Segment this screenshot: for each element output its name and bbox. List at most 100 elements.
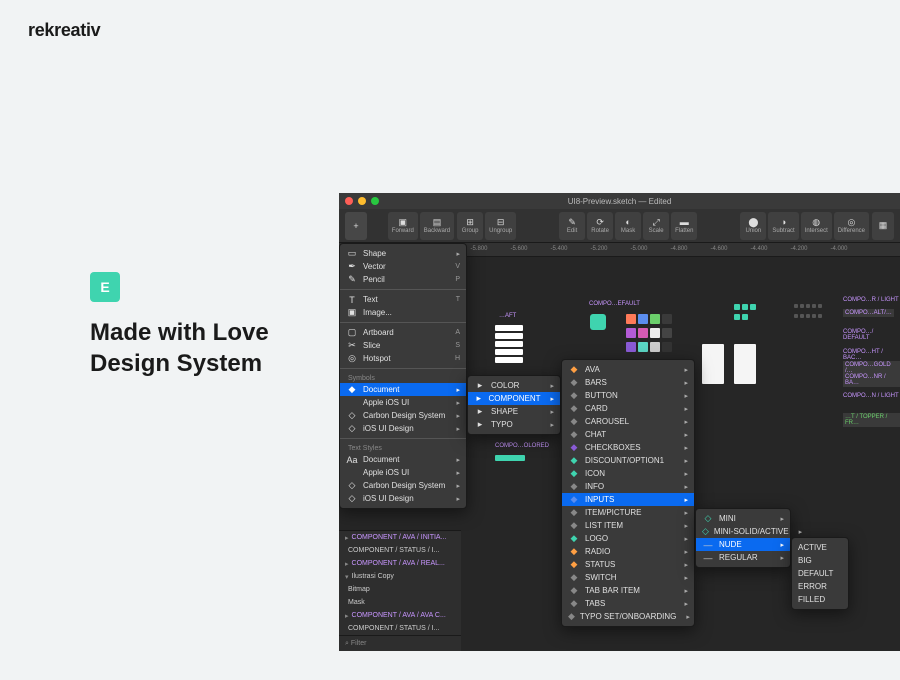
component-item[interactable]: ◆ICON▸ bbox=[562, 467, 694, 480]
document-icon: ◆ bbox=[346, 384, 358, 395]
insert-button[interactable]: + bbox=[345, 212, 367, 240]
forward-icon: ▣ bbox=[396, 217, 410, 227]
component-item[interactable]: ◆LIST ITEM▸ bbox=[562, 519, 694, 532]
component-item[interactable]: ◆LOGO▸ bbox=[562, 532, 694, 545]
disclosure-icon[interactable]: ▸ bbox=[345, 534, 349, 542]
canvas[interactable]: -6.400-6.200-6.000-5.800-5.600-5.400-5.2… bbox=[339, 243, 900, 651]
menu-item-apple-ios[interactable]: Apple iOS UI▸ bbox=[340, 396, 466, 409]
line-icon: — bbox=[702, 553, 714, 563]
menu-item-ts-apple[interactable]: Apple iOS UI▸ bbox=[340, 466, 466, 479]
folder-icon: ▸ bbox=[474, 380, 486, 391]
inputs-item[interactable]: ◇MINI▸ bbox=[696, 512, 790, 525]
layer-row[interactable]: Mask bbox=[339, 596, 461, 609]
component-item[interactable]: ◆CAROUSEL▸ bbox=[562, 415, 694, 428]
component-item[interactable]: ◆CARD▸ bbox=[562, 402, 694, 415]
artboard-label: …T / TOPPER / FR… bbox=[843, 413, 900, 427]
chevron-right-icon: ▸ bbox=[674, 483, 688, 491]
disclosure-icon[interactable]: ▸ bbox=[345, 560, 349, 568]
nude-item[interactable]: ACTIVE bbox=[792, 541, 848, 554]
layer-row[interactable]: ▾Ilustrasi Copy bbox=[339, 570, 461, 583]
difference-button[interactable]: ◎Difference bbox=[834, 212, 869, 240]
menu-item-carbon[interactable]: ◇Carbon Design System▸ bbox=[340, 409, 466, 422]
menu-item-ios-ui[interactable]: ◇iOS UI Design▸ bbox=[340, 422, 466, 435]
menu-item-ts-document[interactable]: AaDocument▸ bbox=[340, 453, 466, 466]
component-item[interactable]: ◆TYPO SET/ONBOARDING▸ bbox=[562, 610, 694, 623]
component-item[interactable]: ◆CHECKBOXES▸ bbox=[562, 441, 694, 454]
subtract-button[interactable]: ◑Subtract bbox=[768, 212, 798, 240]
menu-item-shape[interactable]: ▭Shape▸ bbox=[340, 247, 466, 260]
ungroup-icon: ⊟ bbox=[494, 217, 508, 227]
menu-item-artboard[interactable]: ▢ArtboardA bbox=[340, 326, 466, 339]
submenu-item-component[interactable]: ▸COMPONENT▸ bbox=[468, 392, 560, 405]
document-submenu[interactable]: ▸COLOR▸ ▸COMPONENT▸ ▸SHAPE▸ ▸TYPO▸ bbox=[467, 375, 561, 435]
component-item[interactable]: ◆CHAT▸ bbox=[562, 428, 694, 441]
component-item[interactable]: ◆DISCOUNT/OPTION1▸ bbox=[562, 454, 694, 467]
menu-item-text[interactable]: TTextT bbox=[340, 293, 466, 306]
menu-item-vector[interactable]: ✒VectorV bbox=[340, 260, 466, 273]
toolbar: + ▣Forward ▤Backward ⊞Group ⊟Ungroup ✎Ed… bbox=[339, 209, 900, 243]
menu-item-pencil[interactable]: ✎PencilP bbox=[340, 273, 466, 286]
menu-item-slice[interactable]: ✂SliceS bbox=[340, 339, 466, 352]
union-button[interactable]: ⬤Union bbox=[740, 212, 766, 240]
filter-icon: ⌕ bbox=[345, 640, 349, 648]
artboard-label: …AFT bbox=[499, 313, 516, 319]
component-item[interactable]: ◆INFO▸ bbox=[562, 480, 694, 493]
symbol-icon: ◆ bbox=[568, 598, 580, 609]
nude-item[interactable]: ERROR bbox=[792, 580, 848, 593]
library-icon: ◇ bbox=[346, 480, 358, 491]
scale-button[interactable]: ⤢Scale bbox=[643, 212, 669, 240]
component-item[interactable]: ◆STATUS▸ bbox=[562, 558, 694, 571]
menu-item-hotspot[interactable]: ◎HotspotH bbox=[340, 352, 466, 365]
nude-item[interactable]: FILLED bbox=[792, 593, 848, 606]
layer-row[interactable]: Bitmap bbox=[339, 583, 461, 596]
inputs-item[interactable]: ◇MINI-SOLID/ACTIVE▸ bbox=[696, 525, 790, 538]
group-button[interactable]: ⊞Group bbox=[457, 212, 483, 240]
submenu-item-color[interactable]: ▸COLOR▸ bbox=[468, 379, 560, 392]
flatten-button[interactable]: ▬Flatten bbox=[671, 212, 697, 240]
ungroup-button[interactable]: ⊟Ungroup bbox=[485, 212, 516, 240]
component-item[interactable]: ◆RADIO▸ bbox=[562, 545, 694, 558]
component-submenu[interactable]: ◆AVA▸◆BARS▸◆BUTTON▸◆CARD▸◆CAROUSEL▸◆CHAT… bbox=[561, 359, 695, 627]
submenu-item-typo[interactable]: ▸TYPO▸ bbox=[468, 418, 560, 431]
layer-row[interactable]: ▸COMPONENT / AVA / REAL... bbox=[339, 557, 461, 570]
component-item[interactable]: ◆BARS▸ bbox=[562, 376, 694, 389]
component-item[interactable]: ◆INPUTS▸ bbox=[562, 493, 694, 506]
nude-item[interactable]: DEFAULT bbox=[792, 567, 848, 580]
layer-filter[interactable]: ⌕ Filter bbox=[339, 635, 461, 651]
component-item[interactable]: ◆SWITCH▸ bbox=[562, 571, 694, 584]
inputs-submenu[interactable]: ◇MINI▸◇MINI-SOLID/ACTIVE▸—NUDE▸—REGULAR▸ bbox=[695, 508, 791, 568]
menu-item-ts-ios[interactable]: ◇iOS UI Design▸ bbox=[340, 492, 466, 505]
layer-row[interactable]: ▸COMPONENT / AVA / AVA C... bbox=[339, 609, 461, 622]
submenu-item-shape[interactable]: ▸SHAPE▸ bbox=[468, 405, 560, 418]
menu-item-image[interactable]: ▣Image... bbox=[340, 306, 466, 319]
component-item[interactable]: ◆TAB BAR ITEM▸ bbox=[562, 584, 694, 597]
layer-row[interactable]: COMPONENT / STATUS / I... bbox=[339, 544, 461, 557]
nude-submenu[interactable]: ACTIVEBIGDEFAULTERRORFILLED bbox=[791, 537, 849, 610]
rotate-button[interactable]: ⟳Rotate bbox=[587, 212, 613, 240]
menu-item-ts-carbon[interactable]: ◇Carbon Design System▸ bbox=[340, 479, 466, 492]
insert-menu[interactable]: ▭Shape▸ ✒VectorV ✎PencilP TTextT ▣Image.… bbox=[339, 243, 467, 509]
component-item[interactable]: ◆AVA▸ bbox=[562, 363, 694, 376]
menu-item-document[interactable]: ◆Document▸ bbox=[340, 383, 466, 396]
intersect-button[interactable]: ◍Intersect bbox=[801, 212, 832, 240]
image-icon: ▣ bbox=[346, 307, 358, 318]
inputs-item[interactable]: —REGULAR▸ bbox=[696, 551, 790, 564]
disclosure-icon[interactable]: ▾ bbox=[345, 573, 349, 581]
component-item[interactable]: ◆BUTTON▸ bbox=[562, 389, 694, 402]
component-item[interactable]: ◆TABS▸ bbox=[562, 597, 694, 610]
edit-button[interactable]: ✎Edit bbox=[559, 212, 585, 240]
titlebar[interactable]: UI8-Preview.sketch — Edited bbox=[339, 193, 900, 209]
forward-button[interactable]: ▣Forward bbox=[388, 212, 418, 240]
symbol-icon: ◆ bbox=[568, 585, 580, 596]
mask-button[interactable]: ◐Mask bbox=[615, 212, 641, 240]
inputs-item[interactable]: —NUDE▸ bbox=[696, 538, 790, 551]
layers-panel[interactable]: ▸COMPONENT / AVA / INITIA... COMPONENT /… bbox=[339, 530, 461, 651]
disclosure-icon[interactable]: ▸ bbox=[345, 612, 349, 620]
symbol-icon: ◆ bbox=[568, 481, 580, 492]
layer-row[interactable]: COMPONENT / STATUS / I... bbox=[339, 622, 461, 635]
layer-row[interactable]: ▸COMPONENT / AVA / INITIA... bbox=[339, 531, 461, 544]
view-button[interactable]: ▦ bbox=[872, 212, 894, 240]
nude-item[interactable]: BIG bbox=[792, 554, 848, 567]
backward-button[interactable]: ▤Backward bbox=[420, 212, 454, 240]
component-item[interactable]: ◆ITEM/PICTURE▸ bbox=[562, 506, 694, 519]
